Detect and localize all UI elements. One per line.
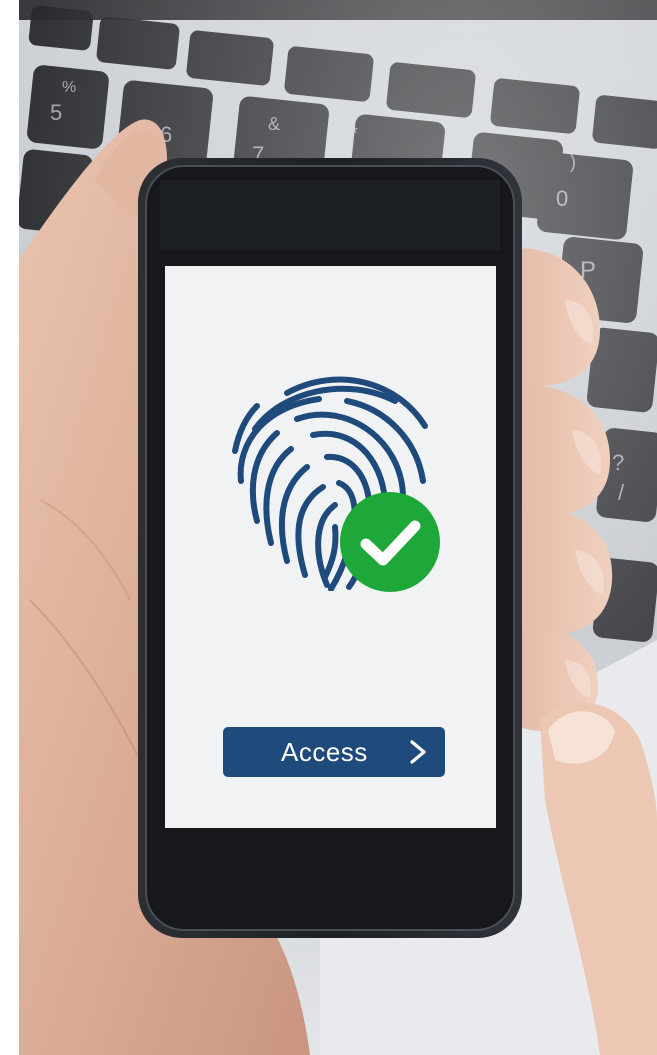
- chevron-right-icon: [410, 740, 426, 764]
- access-button-label: Access: [281, 737, 368, 767]
- access-button[interactable]: Access: [223, 727, 445, 777]
- photo-scene: 5 % 6 7 & * 0 ) P ? /: [0, 0, 657, 1055]
- image-border: [0, 0, 19, 1055]
- checkmark-icon: [340, 492, 440, 592]
- phone-screen: Access: [165, 266, 496, 828]
